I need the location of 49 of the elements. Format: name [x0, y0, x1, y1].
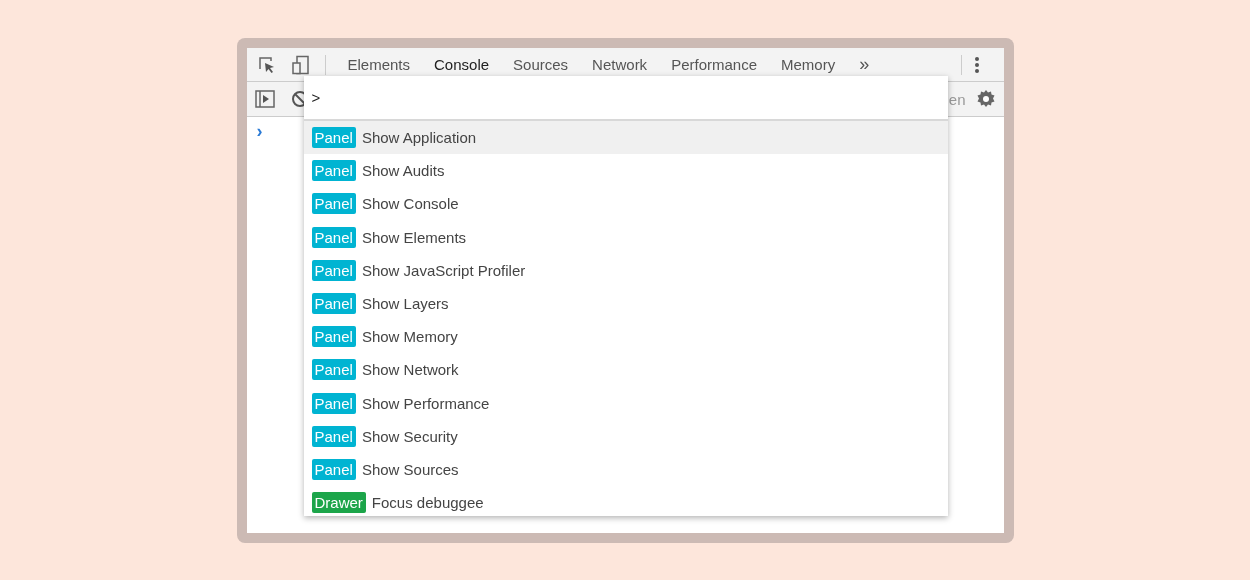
command-item[interactable]: Panel Show Memory [303, 320, 948, 354]
command-item[interactable]: Panel Show JavaScript Profiler [303, 253, 948, 287]
category-tag: Panel [311, 425, 356, 447]
command-label: Show Network [361, 361, 459, 379]
panel-tab[interactable]: Console [424, 56, 500, 73]
command-item[interactable]: Panel Show Application [303, 121, 948, 155]
kebab-menu-icon[interactable] [973, 54, 980, 75]
category-tag: Panel [311, 359, 356, 381]
command-label: Show Elements [361, 228, 467, 246]
command-item[interactable]: Panel Show Audits [303, 154, 948, 188]
panel-tab[interactable]: Performance [661, 56, 767, 73]
category-tag: Panel [311, 127, 356, 149]
panel-tab[interactable]: Network [582, 56, 658, 73]
command-item[interactable]: Panel Show Security [303, 419, 948, 453]
more-tabs-button[interactable]: » [849, 54, 880, 75]
category-tag: Panel [311, 293, 356, 315]
device-icon[interactable] [290, 54, 311, 75]
category-tag: Panel [311, 326, 356, 348]
command-item[interactable]: Panel Show Sources [303, 452, 948, 487]
command-label: Show Layers [361, 295, 449, 313]
command-item[interactable]: Panel Show Layers [303, 286, 948, 321]
panel-tab[interactable]: Elements [337, 56, 421, 73]
command-label: Focus debuggee [371, 494, 484, 512]
command-item[interactable]: Panel Show Elements [303, 220, 948, 254]
category-tag: Drawer [311, 492, 366, 514]
command-item[interactable]: Panel Show Performance [303, 386, 948, 420]
command-label: Show Security [361, 427, 458, 445]
command-label: Show Performance [361, 394, 490, 412]
toolbar-text: en [948, 90, 966, 108]
settings-icon[interactable] [975, 89, 996, 109]
command-label: Show JavaScript Profiler [361, 261, 526, 279]
category-tag: Panel [311, 392, 356, 414]
command-label: Show Console [361, 195, 459, 213]
category-tag: Panel [311, 458, 356, 480]
command-label: Show Application [361, 129, 477, 147]
command-item[interactable]: Drawer Focus debuggee [303, 486, 948, 516]
category-tag: Panel [311, 259, 356, 281]
panel-tab[interactable]: Memory [771, 56, 846, 73]
command-item[interactable]: Panel Show Network [303, 353, 948, 387]
sidebar-toggle-icon[interactable] [254, 90, 275, 108]
command-label: Show Audits [361, 162, 445, 180]
command-item[interactable]: Panel Show Console [303, 187, 948, 221]
category-tag: Panel [311, 226, 356, 248]
console-prompt: › [256, 121, 263, 141]
panel-tab[interactable]: Sources [503, 56, 579, 73]
command-label: Show Memory [361, 328, 458, 346]
command-label: Show Sources [361, 460, 459, 478]
category-tag: Panel [311, 160, 356, 182]
category-tag: Panel [311, 193, 356, 215]
